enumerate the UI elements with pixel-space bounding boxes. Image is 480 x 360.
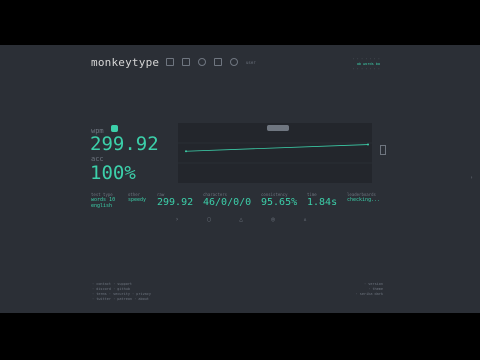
- wpm-value: 299.92: [90, 133, 159, 155]
- username[interactable]: user: [246, 60, 256, 65]
- header-status: · · · · · · · ab words ba · · · · · · ·: [353, 57, 380, 72]
- data-point: [185, 150, 187, 153]
- screenshot-icon[interactable]: ▵: [299, 216, 311, 223]
- other-value: speedy: [128, 197, 147, 203]
- acc-value: 100%: [90, 162, 136, 184]
- chart-tooltip: [267, 125, 289, 131]
- raw-value: 299.92: [157, 197, 194, 208]
- status-line: · · · · · · ·: [352, 67, 380, 71]
- theme-name[interactable]: · serika dark: [356, 292, 383, 297]
- chart-side-icon: [380, 145, 386, 155]
- keyboard-icon[interactable]: [166, 58, 174, 66]
- next-test-icon[interactable]: ›: [171, 216, 183, 223]
- pb-crown-icon: [111, 125, 118, 132]
- leaderboards-value: checking...: [347, 197, 381, 203]
- footer-link[interactable]: · twitter · patreon · about: [92, 297, 151, 302]
- data-point: [367, 143, 369, 146]
- info-icon[interactable]: [198, 58, 206, 66]
- logo[interactable]: monkeytype: [91, 56, 159, 69]
- footer-meta: · version · theme · serika dark: [356, 282, 383, 297]
- replay-icon[interactable]: ◎: [267, 216, 279, 223]
- user-icon[interactable]: [230, 58, 238, 66]
- app-window: monkeytype user · · · · · · · ab words b…: [0, 45, 480, 313]
- crown-icon[interactable]: [182, 58, 190, 66]
- footer-links: · contact · support · discord · github ·…: [92, 282, 151, 302]
- result-actions: › ▢ △ ◎ ▵: [171, 216, 311, 223]
- chevron-right-icon[interactable]: ›: [470, 175, 473, 181]
- settings-icon[interactable]: [214, 58, 222, 66]
- time-value: 1.84s: [307, 197, 338, 208]
- characters-value: 46/0/0/0: [203, 197, 252, 208]
- chart-plot-area: [178, 123, 372, 183]
- top-nav: user: [166, 58, 256, 66]
- warning-icon[interactable]: △: [235, 216, 247, 223]
- practice-words-icon[interactable]: ▢: [203, 216, 215, 223]
- consistency-value: 95.65%: [261, 197, 298, 208]
- wpm-chart: [178, 123, 372, 183]
- test-language-value: english: [91, 203, 113, 209]
